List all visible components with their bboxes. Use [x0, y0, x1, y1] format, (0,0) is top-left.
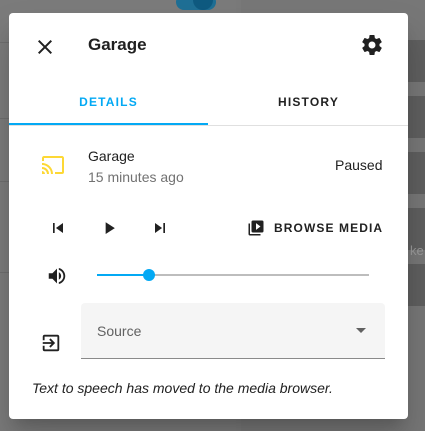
tts-note: Text to speech has moved to the media br…	[32, 380, 333, 396]
entity-name: Garage	[88, 148, 135, 164]
dialog-title: Garage	[88, 35, 147, 54]
entity-icon	[40, 153, 66, 182]
previous-track-button[interactable]	[46, 216, 70, 240]
play-icon	[105, 222, 115, 234]
skip-previous-icon	[53, 223, 63, 233]
gear-icon	[362, 35, 382, 55]
volume-slider-fill	[97, 274, 149, 276]
volume-mute-button[interactable]	[45, 264, 69, 288]
more-info-dialog: Garage DETAILS HISTORY Garage 15 minutes…	[9, 13, 408, 419]
volume-high-icon	[48, 267, 66, 285]
entity-last-changed: 15 minutes ago	[88, 169, 184, 185]
skip-next-icon	[155, 223, 165, 233]
tab-bar: DETAILS HISTORY	[9, 87, 408, 126]
source-select[interactable]: Source	[81, 303, 385, 359]
tab-details[interactable]: DETAILS	[9, 87, 208, 125]
tab-history[interactable]: HISTORY	[209, 87, 408, 123]
dropdown-arrow-icon	[356, 328, 366, 333]
browse-media-button[interactable]: BROWSE MEDIA	[247, 216, 383, 240]
source-icon	[39, 331, 63, 355]
source-select-label: Source	[97, 323, 142, 339]
close-icon	[38, 40, 52, 54]
settings-button[interactable]	[358, 31, 386, 59]
background-tile	[406, 152, 425, 194]
background-tile	[406, 96, 425, 138]
play-box-multiple-icon	[248, 220, 264, 236]
volume-slider-thumb[interactable]	[143, 269, 155, 281]
background-tile	[406, 264, 425, 306]
browse-media-label: BROWSE MEDIA	[274, 221, 384, 235]
login-variant-icon	[42, 334, 60, 352]
next-track-button[interactable]	[148, 216, 172, 240]
background-text: ke	[410, 243, 424, 258]
entity-state: Paused	[335, 157, 383, 173]
play-button[interactable]	[97, 216, 121, 240]
background-tile	[406, 40, 425, 82]
close-button[interactable]	[31, 33, 59, 61]
cast-icon	[42, 156, 64, 174]
